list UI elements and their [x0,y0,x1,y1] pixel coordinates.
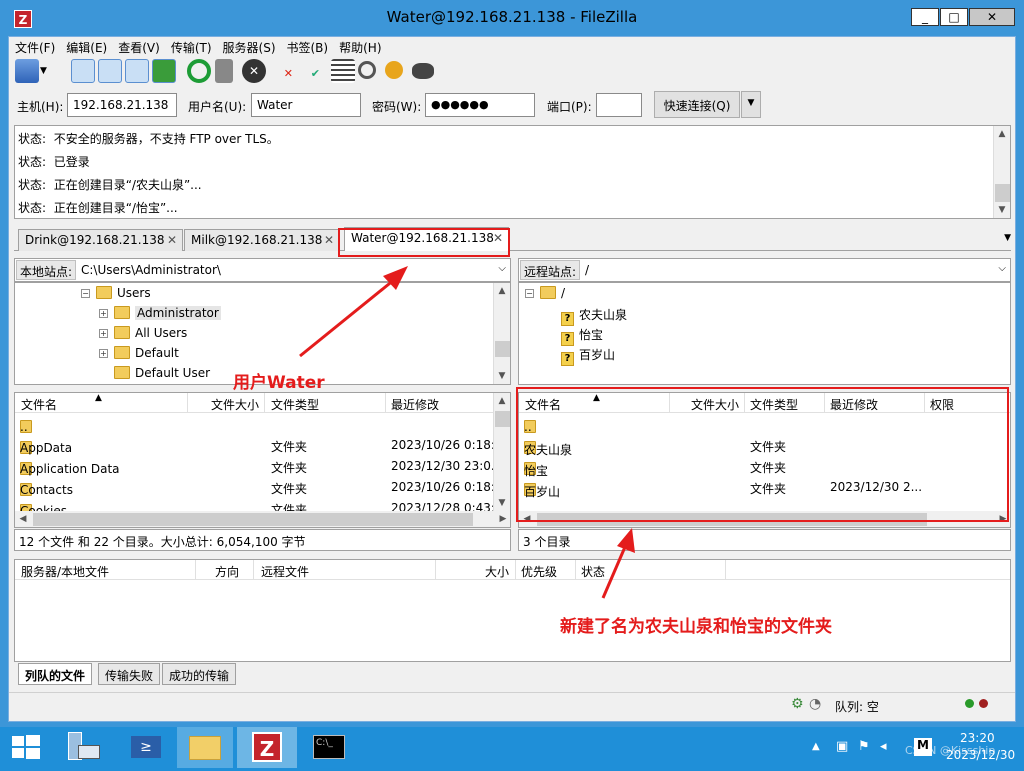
cmd-icon[interactable]: C:\_ [301,727,357,768]
clock-date[interactable]: 2023/12/30 [946,748,1015,762]
flag-icon[interactable]: ⚑ [858,739,870,754]
annotation-new-folders: 新建了名为农夫山泉和怡宝的文件夹 [560,617,832,637]
clock-time[interactable]: 23:20 [960,731,995,745]
network-icon[interactable]: ▣ [836,739,848,754]
volume-icon[interactable]: ◂ [880,739,887,754]
annotation-user-water: 用户Water [233,373,325,393]
start-button[interactable] [0,727,56,768]
arrow-annotation [299,266,635,599]
file-explorer-icon[interactable] [177,727,233,768]
taskbar: ≥ Z C:\_ ▲ ▣ ⚑ ◂ CSDN @Kissship M 23:20 … [0,727,1024,768]
filezilla-window: Z Water@192.168.21.138 - FileZilla _ □ ✕… [0,0,1024,727]
powershell-icon[interactable]: ≥ [119,727,175,768]
ime-icon[interactable]: M [914,738,932,756]
server-manager-icon[interactable] [56,727,112,768]
filezilla-taskbar-icon[interactable]: Z [237,727,297,768]
show-hidden-icons-icon[interactable]: ▲ [812,741,820,752]
